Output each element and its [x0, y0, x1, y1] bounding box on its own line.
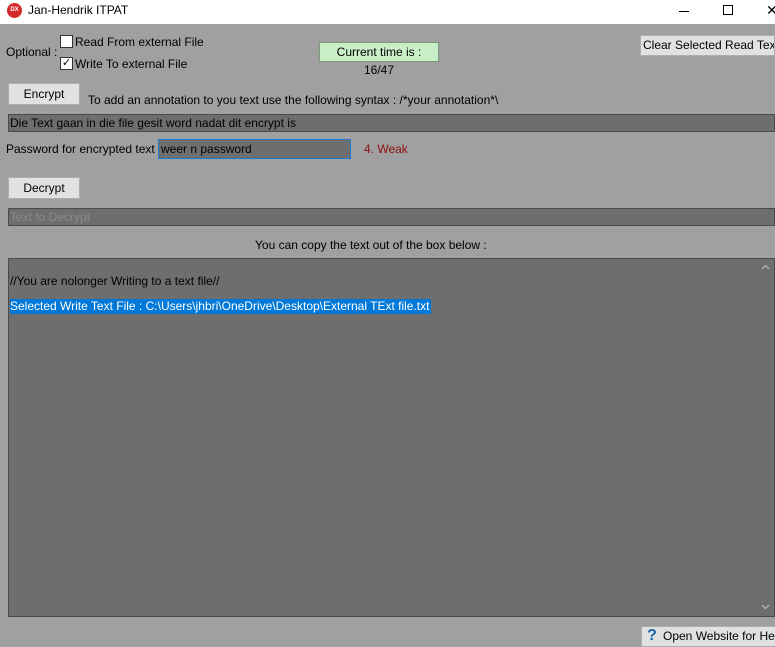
write-external-checkbox[interactable]: ✓: [60, 57, 73, 70]
current-time-display: Current time is : 16/47: [319, 42, 439, 77]
decrypt-text-input[interactable]: Text to Decrypt: [8, 208, 775, 226]
output-selected-file-line[interactable]: Selected Write Text File : C:\Users\jhbr…: [10, 299, 432, 314]
close-button[interactable]: ✕: [752, 0, 775, 22]
close-icon: ✕: [766, 2, 775, 18]
minimize-icon: [679, 10, 689, 12]
password-label: Password for encrypted text :: [6, 142, 162, 156]
window-title: Jan-Hendrik ITPAT: [28, 3, 129, 17]
output-scrollbar[interactable]: [758, 259, 774, 616]
checkmark-icon: ✓: [61, 57, 72, 69]
encrypt-button[interactable]: Encrypt: [8, 83, 80, 105]
output-text-area[interactable]: //You are nolonger Writing to a text fil…: [8, 258, 775, 617]
maximize-icon: [723, 5, 733, 16]
output-caption: You can copy the text out of the box bel…: [255, 238, 487, 252]
password-strength: 4. Weak: [364, 142, 408, 156]
read-external-checkbox[interactable]: [60, 35, 73, 48]
help-button-label: Open Website for Help: [663, 629, 775, 643]
minimize-button[interactable]: [662, 0, 706, 22]
decrypt-button[interactable]: Decrypt: [8, 177, 80, 199]
annotation-hint: To add an annotation to you text use the…: [88, 93, 499, 107]
open-help-website-button[interactable]: ? Open Website for Help: [641, 626, 775, 647]
output-status-line: //You are nolonger Writing to a text fil…: [10, 274, 220, 288]
optional-label: Optional :: [6, 45, 58, 59]
scroll-down-icon[interactable]: [761, 602, 770, 611]
app-icon: DX: [7, 3, 22, 18]
help-question-icon: ?: [647, 627, 657, 644]
read-external-label[interactable]: Read From external File: [75, 35, 204, 49]
title-bar: DX Jan-Hendrik ITPAT ✕: [0, 0, 775, 24]
password-input[interactable]: weer n password: [158, 139, 351, 159]
clear-read-file-button[interactable]: Clear Selected Read Text File: [640, 35, 775, 56]
encrypt-text-input[interactable]: Die Text gaan in die file gesit word nad…: [8, 114, 775, 132]
scroll-up-icon[interactable]: [761, 263, 770, 272]
write-external-label[interactable]: Write To external File: [75, 57, 187, 71]
maximize-button[interactable]: [706, 0, 750, 22]
